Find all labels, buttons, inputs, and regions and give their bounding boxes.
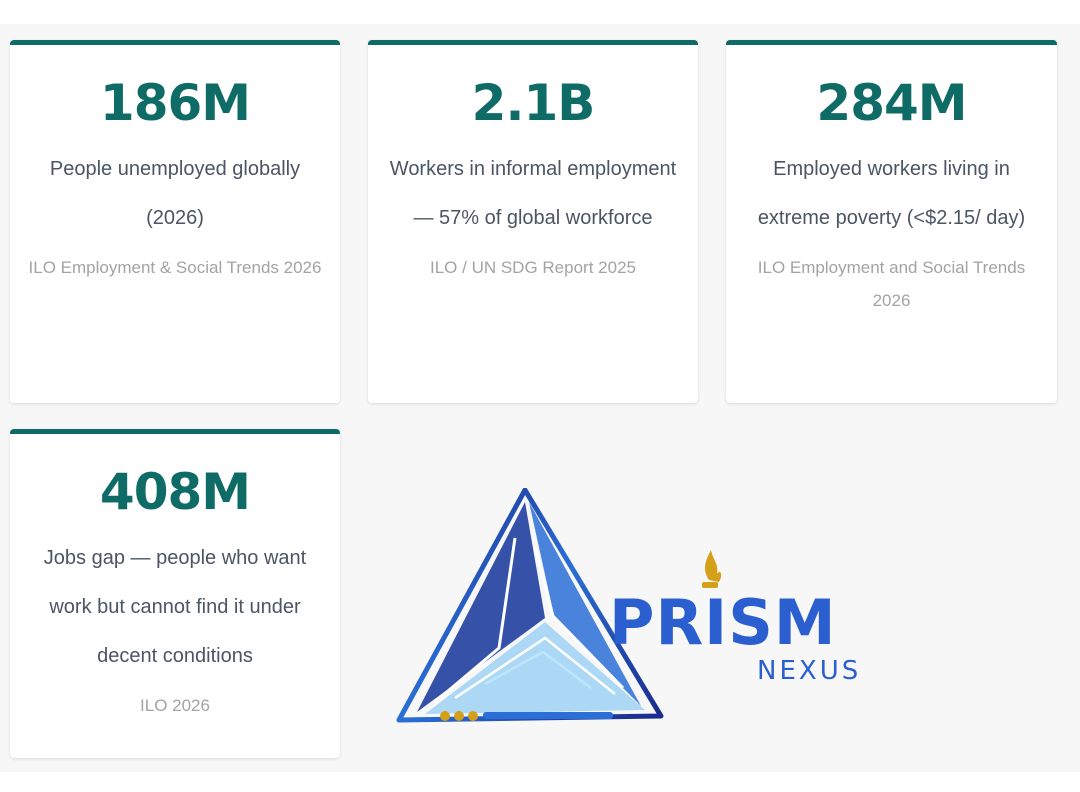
stat-card-unemployed: 186M People unemployed globally (2026) I…	[10, 40, 340, 403]
stat-card-poverty: 284M Employed workers living in extreme …	[726, 40, 1057, 403]
stat-value: 284M	[816, 74, 967, 132]
stat-description: People unemployed globally (2026)	[49, 158, 301, 229]
stat-card-informal: 2.1B Workers in informal employment — 57…	[368, 40, 698, 403]
stat-description: Workers in informal employment — 57% of …	[389, 158, 677, 229]
stat-source: ILO / UN SDG Report 2025	[430, 258, 636, 277]
stat-value: 408M	[99, 463, 251, 521]
stat-source: ILO Employment and Social Trends 2026	[757, 258, 1026, 310]
stat-source: ILO Employment & Social Trends 2026	[28, 258, 322, 277]
stat-description: Jobs gap — people who want work but cann…	[43, 547, 307, 667]
logo-wordmark: PRISM	[609, 586, 837, 659]
stat-source: ILO 2026	[140, 696, 210, 715]
prism-nexus-logo: PRISM NEXUS	[395, 488, 865, 724]
torch-icon	[702, 550, 722, 588]
stat-value: 2.1B	[471, 74, 596, 132]
stat-description: Employed workers living in extreme pover…	[757, 158, 1026, 229]
stat-card-jobs-gap: 408M Jobs gap — people who want work but…	[10, 429, 340, 758]
stat-value: 186M	[99, 74, 251, 132]
logo-subtitle: NEXUS	[757, 656, 862, 686]
